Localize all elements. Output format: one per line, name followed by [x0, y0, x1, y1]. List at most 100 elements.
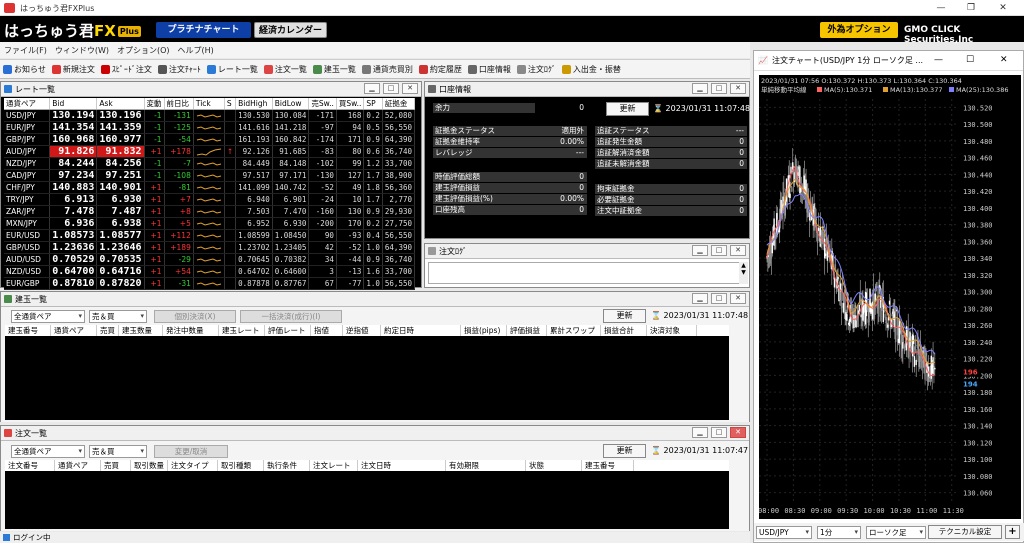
toolbar-button-3[interactable]: 注文ﾁｬｰﾄ — [155, 59, 204, 79]
close-button[interactable]: ✕ — [1000, 55, 1008, 65]
rate-row[interactable]: TRY/JPY 6.913 6.930 +1 +7 6.940 6.901 -24 10 1.7 2… — [4, 193, 416, 206]
menu-help[interactable]: ヘルプ(H) — [178, 45, 214, 56]
minimize-button[interactable]: — — [935, 2, 947, 14]
maximize-button[interactable]: ☐ — [966, 55, 974, 65]
maximize-button[interactable]: ❐ — [965, 2, 977, 14]
minimize-button[interactable]: — — [934, 55, 943, 65]
chart-period-select[interactable]: 1分 — [817, 526, 861, 539]
rate-row[interactable]: GBP/USD 1.23636 1.23646 +1 +189 1.23702 1.2340… — [4, 241, 416, 254]
fx-option-button[interactable]: 外為オプション — [820, 22, 898, 38]
rate-col-header[interactable]: 売Sw.. — [308, 98, 337, 110]
menu-file[interactable]: ファイル(F) — [4, 45, 47, 56]
rate-row[interactable]: AUD/USD 0.70529 0.70535 +1 -29 0.70645 0.70382… — [4, 253, 416, 266]
bulk-settle-button[interactable]: 一括決済(成行)(I) — [240, 310, 342, 323]
toolbar-button-0[interactable]: お知らせ — [0, 59, 49, 79]
minimize-icon[interactable]: ▁ — [692, 83, 708, 94]
column-header[interactable]: 決済対象 — [647, 325, 697, 336]
candlestick-chart[interactable]: 130.520 130.500 130.480 130.460 130.440 130.4… — [759, 75, 1021, 519]
column-header[interactable]: 注文タイプ — [168, 460, 218, 471]
column-header[interactable]: 執行条件 — [264, 460, 310, 471]
column-header[interactable]: 有効期限 — [446, 460, 526, 471]
rate-col-header[interactable]: BidLow — [272, 98, 310, 110]
toolbar-button-6[interactable]: 建玉一覧 — [310, 59, 359, 79]
rate-col-header[interactable]: Bid — [49, 98, 98, 110]
account-update-button[interactable]: 更新 — [606, 102, 649, 116]
individual-settle-button[interactable]: 個別決済(X) — [154, 310, 236, 323]
order-side-select[interactable]: 売＆買 — [89, 445, 147, 458]
position-side-select[interactable]: 売＆買 — [89, 310, 147, 323]
toolbar-button-11[interactable]: 入出金・振替 — [559, 59, 624, 79]
restore-icon[interactable]: □ — [711, 245, 727, 256]
rate-col-header[interactable]: 前日比 — [164, 98, 194, 110]
column-header[interactable]: 売買 — [97, 325, 119, 336]
rate-row[interactable]: MXN/JPY 6.936 6.938 +1 +5 6.952 6.930 -200 170 0.… — [4, 217, 416, 230]
column-header[interactable]: 通貨ペア — [51, 325, 97, 336]
minimize-icon[interactable]: ▁ — [692, 293, 708, 304]
order-log-text[interactable] — [428, 262, 742, 284]
rate-col-header[interactable]: SP — [363, 98, 383, 110]
rate-row[interactable]: NZD/USD 0.64700 0.64716 +1 +54 0.64702 0.64600… — [4, 265, 416, 278]
restore-icon[interactable]: □ — [711, 83, 727, 94]
toolbar-button-4[interactable]: レート一覧 — [204, 59, 261, 79]
column-header[interactable]: 注文番号 — [5, 460, 55, 471]
chart-pair-select[interactable]: USD/JPY — [756, 526, 812, 539]
column-header[interactable]: 発注中数量 — [163, 325, 219, 336]
minimize-icon[interactable]: ▁ — [364, 83, 380, 94]
order-log-scrollbar[interactable]: ▲ ▼ — [739, 262, 748, 284]
orders-update-button[interactable]: 更新 — [603, 444, 646, 458]
rate-col-header[interactable]: 証拠金 — [382, 98, 416, 110]
minimize-icon[interactable]: ▁ — [692, 427, 708, 438]
column-header[interactable]: 指値 — [311, 325, 343, 336]
position-pair-select[interactable]: 全通貨ペア — [11, 310, 85, 323]
toolbar-button-2[interactable]: ｽﾋﾟｰﾄﾞ注文 — [98, 59, 155, 79]
column-header[interactable]: 通貨ペア — [55, 460, 101, 471]
column-header[interactable]: 累計スワップ — [547, 325, 601, 336]
toolbar-button-1[interactable]: 新規注文 — [49, 59, 98, 79]
column-header[interactable]: 損益合計 — [601, 325, 647, 336]
menu-option[interactable]: オプション(O) — [117, 45, 170, 56]
rate-col-header[interactable]: Ask — [96, 98, 145, 110]
column-header[interactable]: 建玉数量 — [119, 325, 163, 336]
column-header[interactable]: 評価レート — [265, 325, 311, 336]
rate-row[interactable]: USD/JPY 130.194 130.196 -1 -131 130.530 130.08… — [4, 109, 416, 122]
column-header[interactable]: 評価損益 — [507, 325, 547, 336]
rate-col-header[interactable]: 通貨ペア — [4, 98, 51, 110]
rate-row[interactable]: AUD/JPY 91.826 91.832 +1 +178 ↑ 92.126 91.685 -8… — [4, 145, 416, 158]
rate-row[interactable]: CAD/JPY 97.234 97.251 -1 -108 97.517 97.171 -13… — [4, 169, 416, 182]
economic-calendar-button[interactable]: 経済カレンダー — [254, 22, 327, 38]
rate-row[interactable]: NZD/JPY 84.244 84.256 -1 -7 84.449 84.148 -102 9… — [4, 157, 416, 170]
toolbar-button-8[interactable]: 約定履歴 — [416, 59, 465, 79]
column-header[interactable]: 建玉番号 — [582, 460, 634, 471]
rate-row[interactable]: EUR/USD 1.08573 1.08577 +1 +112 1.08599 1.0845… — [4, 229, 416, 242]
toolbar-button-5[interactable]: 注文一覧 — [261, 59, 310, 79]
technical-settings-button[interactable]: テクニカル設定 — [928, 525, 1002, 539]
column-header[interactable]: 損益(pips) — [461, 325, 507, 336]
column-header[interactable]: 注文日時 — [358, 460, 446, 471]
column-header[interactable]: 建玉番号 — [5, 325, 51, 336]
rate-row[interactable]: EUR/JPY 141.354 141.359 -1 -125 141.616 141.21… — [4, 121, 416, 134]
restore-icon[interactable]: □ — [711, 427, 727, 438]
column-header[interactable]: 約定日時 — [381, 325, 461, 336]
rate-col-header[interactable]: 変動 — [144, 98, 165, 110]
close-icon[interactable]: ✕ — [730, 293, 746, 304]
close-icon[interactable]: ✕ — [730, 245, 746, 256]
toolbar-button-9[interactable]: 口座情報 — [465, 59, 514, 79]
toolbar-button-7[interactable]: 通貨売買別 — [359, 59, 416, 79]
change-cancel-button[interactable]: 変更/取消 — [154, 445, 228, 458]
add-icon[interactable]: + — [1005, 525, 1020, 539]
rate-col-header[interactable]: Tick — [193, 98, 225, 110]
rate-row[interactable]: CHF/JPY 140.883 140.901 +1 -81 141.099 140.742… — [4, 181, 416, 194]
column-header[interactable]: 取引数量 — [131, 460, 168, 471]
positions-update-button[interactable]: 更新 — [603, 309, 646, 323]
rate-col-header[interactable]: S — [224, 98, 237, 110]
restore-icon[interactable]: □ — [711, 293, 727, 304]
column-header[interactable]: 状態 — [526, 460, 582, 471]
chart-type-select[interactable]: ローソク足 — [866, 526, 926, 539]
column-header[interactable]: 注文レート — [310, 460, 358, 471]
order-pair-select[interactable]: 全通貨ペア — [11, 445, 85, 458]
menu-window[interactable]: ウィンドウ(W) — [55, 45, 109, 56]
restore-icon[interactable]: □ — [383, 83, 399, 94]
toolbar-button-10[interactable]: 注文ﾛｸﾞ — [514, 59, 559, 79]
column-header[interactable]: 逆指値 — [343, 325, 381, 336]
close-button[interactable]: ✕ — [997, 2, 1009, 14]
